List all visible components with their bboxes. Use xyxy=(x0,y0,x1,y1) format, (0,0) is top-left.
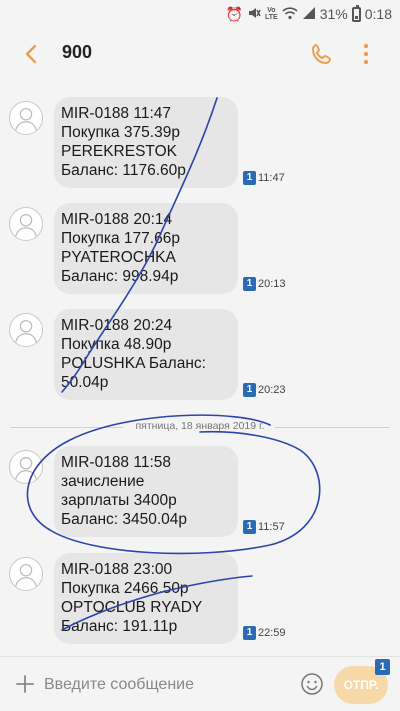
status-bar: ⏰ Vo LTE 31% 0:18 xyxy=(0,0,400,28)
signal-icon xyxy=(302,6,316,23)
sim-badge: 1 xyxy=(243,277,256,291)
message-time: 20:23 xyxy=(258,384,286,396)
battery-percent: 31% xyxy=(319,6,348,22)
date-separator: пятница, 18 января 2019 г. xyxy=(0,420,400,434)
message-line: MIR-0188 23:00 xyxy=(61,561,173,578)
conversation-header: 900 xyxy=(0,28,400,80)
message-bubble[interactable]: MIR-0188 11:47 Покупка 375.39р PEREKREST… xyxy=(54,97,238,188)
message-bubble[interactable]: MIR-0188 20:14 Покупка 177.66р PYATEROCH… xyxy=(54,203,238,294)
avatar[interactable] xyxy=(9,450,43,484)
message-line: MIR-0188 20:24 xyxy=(61,317,173,334)
sim-badge: 1 xyxy=(243,520,256,534)
message-line: Баланс: 191.11р xyxy=(61,618,178,635)
message-bubble[interactable]: MIR-0188 20:24 Покупка 48.90р POLUSHKA Б… xyxy=(54,309,238,400)
message-composer: ОТПР. xyxy=(0,656,400,711)
message-time: 11:47 xyxy=(258,172,285,184)
message-meta: 1 22:59 xyxy=(243,626,286,640)
sim-badge: 1 xyxy=(243,171,256,185)
contact-icon xyxy=(15,107,37,131)
message-bubble[interactable]: MIR-0188 11:58 зачисление зарплаты 3400р… xyxy=(54,446,238,537)
message-time: 22:59 xyxy=(258,627,286,639)
message-line: Баланс: 3450.04р xyxy=(61,511,188,528)
message-line: Баланс: 998.94р xyxy=(61,268,179,285)
message-line: Покупка 375.39р xyxy=(61,124,180,141)
date-label: пятница, 18 января 2019 г. xyxy=(135,420,265,432)
sim-badge: 1 xyxy=(243,626,256,640)
attach-button[interactable] xyxy=(14,673,36,695)
call-button[interactable] xyxy=(308,40,336,68)
emoji-icon xyxy=(301,673,323,695)
message-line: POLUSHKA Баланс: xyxy=(61,355,206,372)
more-vertical-icon xyxy=(363,43,369,65)
volte-icon: Vo LTE xyxy=(265,7,278,21)
message-line: MIR-0188 11:58 xyxy=(61,454,171,471)
sim-badge: 1 xyxy=(375,659,390,675)
message-line: зачисление xyxy=(61,473,145,490)
message-line: 50.04р xyxy=(61,374,109,391)
phone-icon xyxy=(312,44,331,64)
contact-icon xyxy=(15,319,37,343)
battery-icon xyxy=(351,4,361,22)
message-line: PEREKRESTOK xyxy=(61,143,178,160)
message-line: MIR-0188 11:47 xyxy=(61,105,171,122)
avatar[interactable] xyxy=(9,557,43,591)
contact-icon xyxy=(15,563,37,587)
message-thread[interactable]: MIR-0188 11:47 Покупка 375.39р PEREKREST… xyxy=(0,80,400,656)
message-input[interactable] xyxy=(44,671,294,699)
mute-icon xyxy=(247,6,261,23)
sim-badge: 1 xyxy=(243,383,256,397)
emoji-button[interactable] xyxy=(300,672,324,696)
message-time: 11:57 xyxy=(258,521,285,533)
page-title: 900 xyxy=(62,42,93,62)
contact-icon xyxy=(15,456,37,480)
contact-icon xyxy=(15,213,37,237)
status-icons: ⏰ Vo LTE 31% 0:18 xyxy=(226,4,392,24)
plus-icon xyxy=(16,675,34,693)
message-meta: 1 11:47 xyxy=(243,171,285,185)
message-line: Покупка 177.66р xyxy=(61,230,180,247)
clock: 0:18 xyxy=(364,6,392,22)
wifi-icon xyxy=(282,6,298,23)
message-line: OPTOCLUB RYADY xyxy=(61,599,203,616)
message-line: зарплаты 3400р xyxy=(61,492,177,509)
message-meta: 1 20:13 xyxy=(243,277,286,291)
chevron-left-icon xyxy=(25,44,37,64)
message-line: MIR-0188 20:14 xyxy=(61,211,173,228)
message-meta: 1 20:23 xyxy=(243,383,286,397)
message-line: Баланс: 1176.60р xyxy=(61,162,186,179)
divider xyxy=(275,427,390,428)
back-button[interactable] xyxy=(18,40,46,68)
avatar[interactable] xyxy=(9,101,43,135)
message-line: Покупка 48.90р xyxy=(61,336,172,353)
avatar[interactable] xyxy=(9,313,43,347)
more-options-button[interactable] xyxy=(354,40,378,68)
message-line: Покупка 2466.50р xyxy=(61,580,189,597)
message-time: 20:13 xyxy=(258,278,286,290)
message-line: PYATEROCHKA xyxy=(61,249,176,266)
message-bubble[interactable]: MIR-0188 23:00 Покупка 2466.50р OPTOCLUB… xyxy=(54,553,238,644)
alarm-icon: ⏰ xyxy=(225,5,244,22)
message-meta: 1 11:57 xyxy=(243,520,285,534)
avatar[interactable] xyxy=(9,207,43,241)
